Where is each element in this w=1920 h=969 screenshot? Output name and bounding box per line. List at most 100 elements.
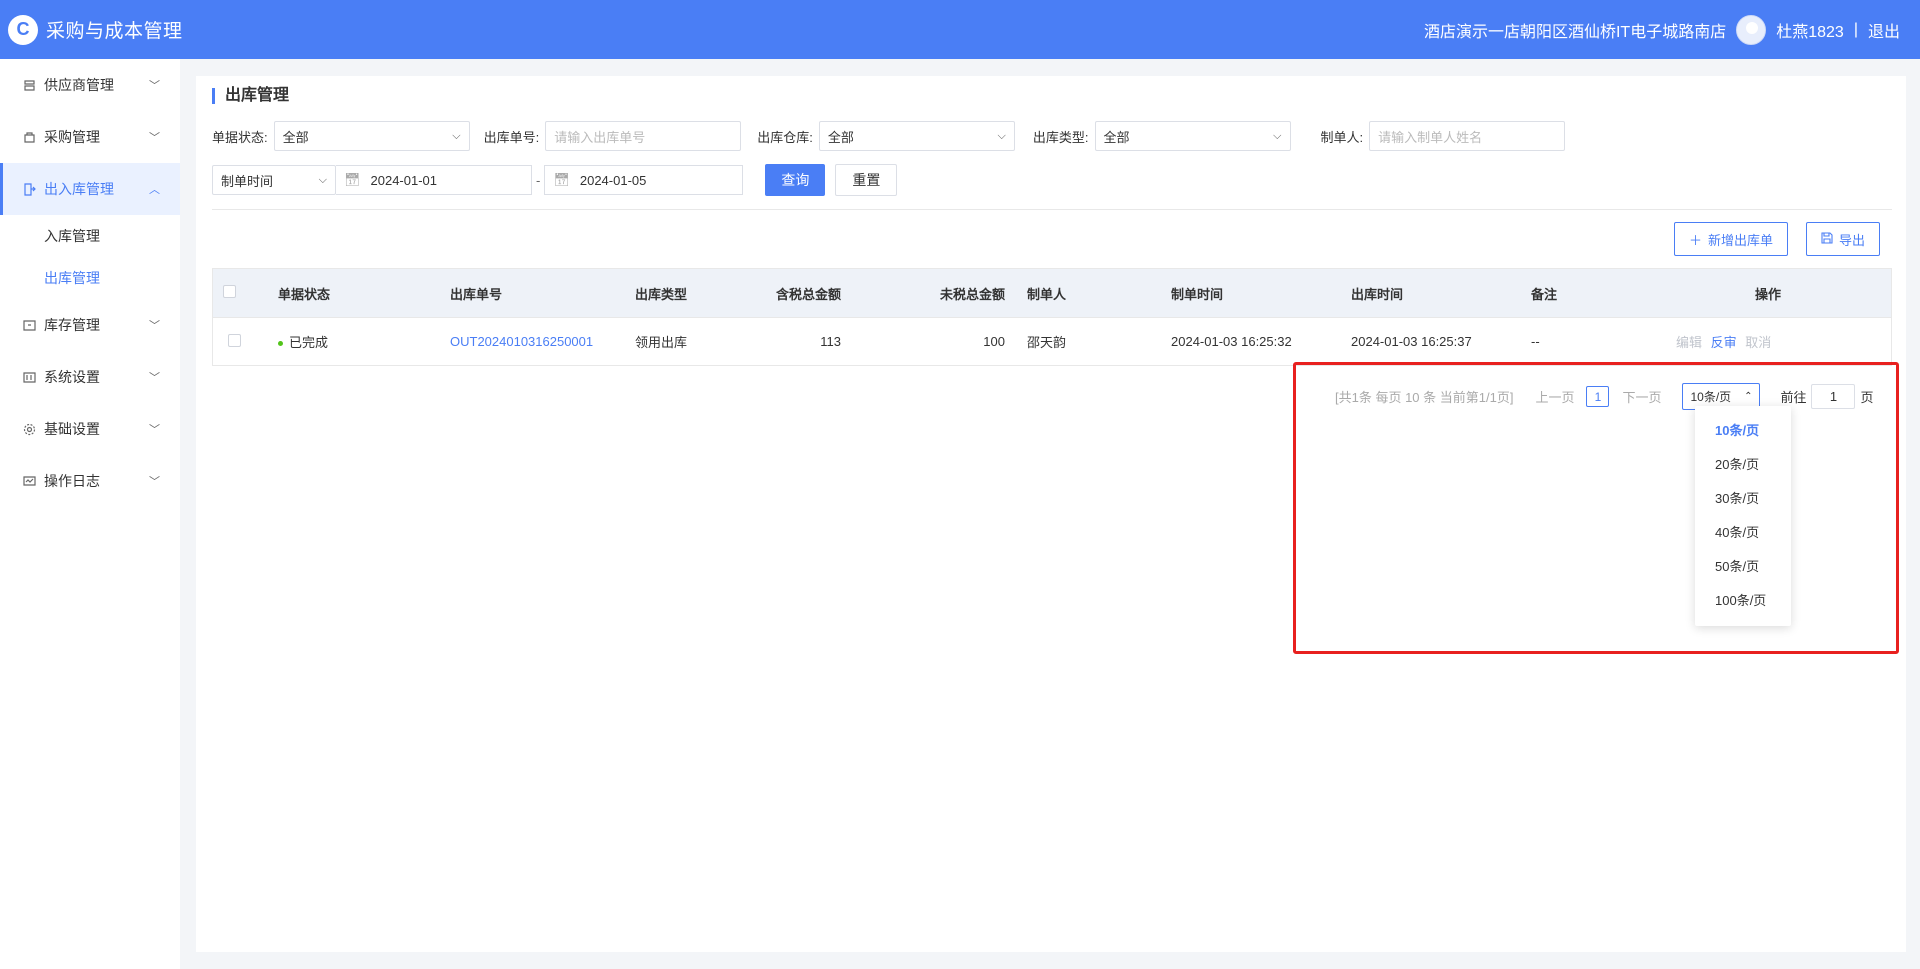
query-button[interactable]: 查询 [765,164,826,196]
type-select[interactable]: 全部 ⌵ [1094,121,1291,151]
sidebar-item-label: 出入库管理 [44,181,114,197]
prev-page-button[interactable]: 上一页 [1535,387,1574,406]
type-label: 出库类型: [1032,129,1089,145]
outbound-table: 单据状态 出库单号 出库类型 含税总金额 未税总金额 制单人 制单时间 出库时间… [212,268,1892,366]
sidebar-item-basic[interactable]: 基础设置 ﹀ [0,403,180,455]
sidebar-item-label: 供应商管理 [44,77,114,93]
date-end-value: 2024-01-05 [579,172,647,188]
chevron-up-icon: ︿ [149,184,160,196]
date-end-input[interactable]: 📅︎ 2024-01-05 [544,165,744,195]
chevron-down-icon: ⌵ [452,129,461,142]
order-no-input[interactable]: 请输入出库单号 [545,121,742,151]
warehouse-value: 全部 [827,129,854,145]
user-name[interactable]: 杜燕1823 [1776,18,1844,42]
log-icon [22,474,36,488]
select-all-checkbox[interactable] [223,285,236,298]
store-name[interactable]: 酒店演示一店朝阳区酒仙桥IT电子城路南店 [1424,18,1726,42]
sidebar-subitem-outbound[interactable]: 出库管理 [0,257,180,299]
column-header: 含税总金额 [775,286,841,302]
log-link[interactable]: 日志 [1780,335,1781,350]
chevron-down-icon: ⌵ [1273,129,1282,142]
cancel-link[interactable]: 取消 [1745,335,1771,350]
chevron-down-icon: ﹀ [149,476,160,488]
status-cell: 已完成 [278,332,450,351]
page-size-option[interactable]: 10条/页 [1695,412,1791,446]
date-start-input[interactable]: 📅︎ 2024-01-01 [336,165,532,195]
sidebar-item-label: 系统设置 [44,369,100,385]
export-label: 导出 [1839,232,1866,248]
type-cell: 领用出库 [635,335,688,350]
app-logo: C 采购与成本管理 [0,14,183,45]
status-value: 全部 [282,129,309,145]
chevron-down-icon: ﹀ [149,132,160,144]
edit-link[interactable]: 编辑 [1676,335,1702,350]
sidebar-subitem-inbound[interactable]: 入库管理 [0,215,180,257]
chevron-down-icon: ﹀ [149,80,160,92]
creator-label: 制单人: [1320,129,1364,145]
sidebar-item-log[interactable]: 操作日志 ﹀ [0,455,180,507]
sidebar-item-label: 库存管理 [44,317,100,333]
date-separator: - [536,172,541,188]
sidebar-item-label: 采购管理 [44,129,100,145]
page-number[interactable]: 1 [1586,386,1610,407]
logo-icon: C [8,14,38,45]
sidebar-item-purchase[interactable]: 采购管理 ﹀ [0,111,180,163]
main-card: 出库管理 单据状态: 全部 ⌵ 出库单号: 请输入出库单号 出库仓库: 全部 ⌵… [196,76,1906,952]
page-title: 出库管理 [212,88,289,104]
goto-label: 前往 [1780,390,1807,405]
status-label: 单据状态: [212,129,268,145]
sidebar-item-system[interactable]: 系统设置 ﹀ [0,351,180,403]
ops-cell: 编辑 反审 取消 日志 [1671,332,1781,351]
avatar[interactable] [1736,14,1767,45]
divider [212,209,1892,210]
table-row[interactable]: 已完成 OUT2024010316250001 领用出库 113 100 邵天韵… [213,317,1891,365]
chevron-down-icon: ﹀ [149,320,160,332]
column-header: 出库时间 [1351,286,1404,302]
column-header: 制单时间 [1171,286,1224,302]
chevron-down-icon: ⌵ [997,129,1006,142]
add-outbound-button[interactable]: ＋ 新增出库单 [1674,222,1789,256]
save-icon [1821,231,1833,247]
page-size-option[interactable]: 20条/页 [1695,446,1791,480]
chevron-down-icon: ﹀ [149,372,160,384]
sidebar-item-label: 基础设置 [44,421,100,437]
row-checkbox[interactable] [228,333,241,347]
logout-link[interactable]: 退出 [1868,18,1900,42]
column-header: 制单人 [1027,286,1067,302]
status-text: 已完成 [289,335,329,350]
chevron-down-icon: ⌵ [318,173,327,186]
page-size-option[interactable]: 30条/页 [1695,480,1791,514]
page-size-option[interactable]: 100条/页 [1695,582,1791,616]
sidebar-item-inout[interactable]: 出入库管理 ︿ [0,163,180,215]
sidebar: 供应商管理 ﹀ 采购管理 ﹀ 出入库管理 ︿ 入库管理 出库管理 库存管理 ﹀ … [0,59,180,969]
system-icon [22,370,36,384]
chevron-up-icon: ⌃ [1744,391,1753,402]
out-at-cell: 2024-01-03 16:25:37 [1351,334,1472,349]
warehouse-select[interactable]: 全部 ⌵ [818,121,1015,151]
inventory-icon [22,318,36,332]
inout-icon [22,182,36,196]
column-header: 操作 [1754,286,1781,302]
goto-page-input[interactable]: 1 [1811,384,1856,409]
creator-input[interactable]: 请输入制单人姓名 [1369,121,1566,151]
row-checkbox-cell [213,333,278,350]
export-button[interactable]: 导出 [1806,222,1881,256]
header-separator: | [1853,20,1858,38]
order-no-link[interactable]: OUT2024010316250001 [450,334,635,349]
next-page-button[interactable]: 下一页 [1622,387,1661,406]
type-value: 全部 [1103,129,1130,145]
status-select[interactable]: 全部 ⌵ [273,121,470,151]
filter-row-1: 单据状态: 全部 ⌵ 出库单号: 请输入出库单号 出库仓库: 全部 ⌵ 出库类型… [212,121,1566,151]
pagination: [共1条 每页 10 条 当前第1/1页] 上一页 1 下一页 10条/页 ⌃ … [1335,383,1874,410]
pagination-summary: [共1条 每页 10 条 当前第1/1页] [1335,390,1514,405]
calendar-icon: 📅︎ [344,172,361,187]
time-type-select[interactable]: 制单时间 ⌵ [212,165,336,195]
column-header: 出库类型 [635,286,688,302]
page-size-option[interactable]: 40条/页 [1695,514,1791,548]
sidebar-item-inventory[interactable]: 库存管理 ﹀ [0,299,180,351]
calendar-icon: 📅︎ [553,172,570,187]
page-size-option[interactable]: 50条/页 [1695,548,1791,582]
reset-button[interactable]: 重置 [835,164,898,196]
sidebar-item-supplier[interactable]: 供应商管理 ﹀ [0,59,180,111]
unapprove-link[interactable]: 反审 [1711,335,1737,350]
